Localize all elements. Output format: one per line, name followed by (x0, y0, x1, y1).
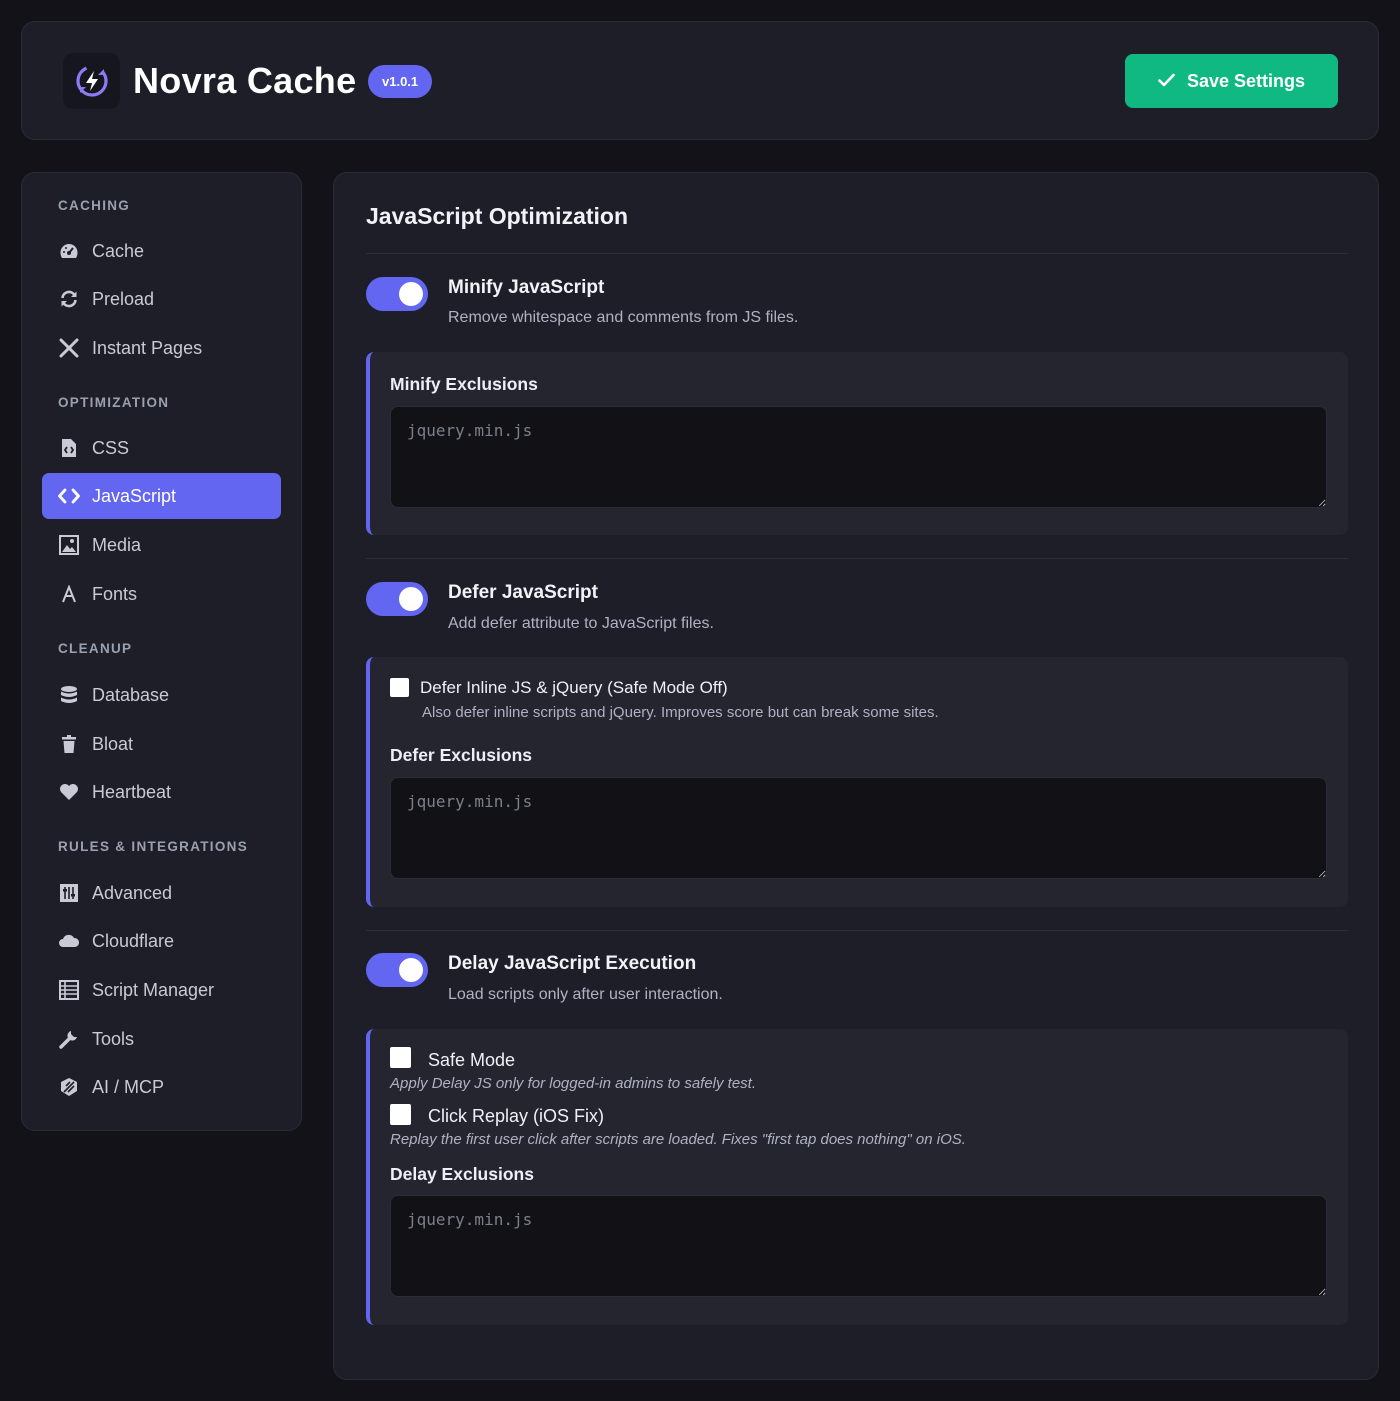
sidebar-item-label: Heartbeat (92, 781, 172, 802)
save-settings-label: Save Settings (1186, 70, 1306, 91)
defer-inline-label: Defer Inline JS & jQuery (Safe Mode Off) (420, 678, 728, 697)
sidebar-item-fonts[interactable]: Fonts (42, 571, 281, 617)
section-label-rules: RULES & INTEGRATIONS (58, 839, 249, 854)
list-icon (58, 979, 80, 1001)
wrench-icon (58, 1028, 80, 1050)
minify-js-toggle[interactable] (366, 277, 428, 311)
safe-mode-help: Apply Delay JS only for logged-in admins… (390, 1075, 757, 1092)
cloud-icon (58, 930, 80, 952)
defer-js-title: Defer JavaScript (448, 582, 598, 603)
image-icon (58, 534, 80, 556)
ai-icon (58, 1076, 80, 1098)
sidebar-item-label: Instant Pages (92, 337, 203, 358)
sidebar-item-ai-mcp[interactable]: AI / MCP (42, 1064, 281, 1110)
plane-icon (58, 337, 80, 359)
sidebar-item-javascript[interactable]: JavaScript (42, 473, 281, 519)
check-icon (1158, 71, 1175, 92)
sidebar-item-heartbeat[interactable]: Heartbeat (42, 769, 281, 815)
sidebar-item-css[interactable]: CSS (42, 425, 281, 471)
sidebar-item-label: Tools (92, 1028, 135, 1049)
sidebar-item-label: Media (92, 534, 142, 555)
sidebar-item-label: Preload (92, 288, 155, 309)
toggle-knob (399, 587, 423, 611)
sidebar-item-label: Cloudflare (92, 930, 175, 951)
safe-mode-checkbox[interactable] (390, 1047, 411, 1068)
page-title: JavaScript Optimization (366, 203, 629, 229)
sidebar-item-label: Bloat (92, 733, 134, 754)
file-code-icon (58, 437, 80, 459)
defer-options-panel: Defer Inline JS & jQuery (Safe Mode Off)… (366, 657, 1348, 907)
click-replay-label: Click Replay (iOS Fix) (428, 1106, 605, 1126)
sidebar-item-advanced[interactable]: Advanced (42, 870, 281, 916)
minify-js-description: Remove whitespace and comments from JS f… (448, 309, 799, 326)
sidebar-item-label: Advanced (92, 882, 173, 903)
sidebar-item-label: Cache (92, 240, 145, 261)
delay-js-toggle[interactable] (366, 953, 428, 987)
delay-exclusions-label: Delay Exclusions (390, 1164, 534, 1184)
delay-options-panel: Safe Mode Apply Delay JS only for logged… (366, 1029, 1348, 1325)
sidebar-item-label: Database (92, 684, 170, 705)
toggle-knob (399, 282, 423, 306)
defer-inline-checkbox[interactable] (390, 678, 409, 697)
font-icon (58, 583, 80, 605)
sidebar-item-label: CSS (92, 437, 130, 458)
sidebar-item-label: AI / MCP (92, 1076, 165, 1097)
delay-js-title: Delay JavaScript Execution (448, 953, 697, 974)
click-replay-help: Replay the first user click after script… (390, 1131, 966, 1148)
defer-js-description: Add defer attribute to JavaScript files. (448, 615, 714, 632)
sidebar-item-script-manager[interactable]: Script Manager (42, 967, 281, 1013)
save-settings-button[interactable]: Save Settings (1125, 54, 1338, 108)
sidebar-item-tools[interactable]: Tools (42, 1016, 281, 1062)
trash-icon (58, 733, 80, 755)
app-title: Novra Cache (133, 60, 357, 101)
click-replay-checkbox[interactable] (390, 1104, 411, 1125)
defer-exclusions-label: Defer Exclusions (390, 745, 532, 765)
delay-js-description: Load scripts only after user interaction… (448, 986, 723, 1003)
sidebar-item-instant-pages[interactable]: Instant Pages (42, 325, 281, 371)
sidebar: CACHING Cache Preload Instant Pages OPTI… (21, 172, 302, 1131)
sidebar-item-media[interactable]: Media (42, 522, 281, 568)
gauge-icon (58, 240, 80, 262)
sidebar-item-label: JavaScript (92, 485, 177, 506)
defer-inline-help: Also defer inline scripts and jQuery. Im… (422, 704, 939, 721)
code-icon (58, 485, 80, 507)
app-header: Novra Cache v1.0.1 Save Settings (21, 21, 1379, 140)
divider (366, 558, 1348, 559)
toggle-knob (399, 958, 423, 982)
sliders-icon (58, 882, 80, 904)
safe-mode-label: Safe Mode (428, 1050, 516, 1070)
minify-js-title: Minify JavaScript (448, 277, 605, 298)
divider (366, 930, 1348, 931)
defer-js-toggle[interactable] (366, 582, 428, 616)
bolt-refresh-icon (63, 53, 120, 109)
refresh-icon (58, 288, 80, 310)
divider (366, 253, 1348, 254)
defer-exclusions-textarea[interactable] (390, 777, 1327, 879)
section-label-optimization: OPTIMIZATION (58, 395, 170, 410)
sidebar-item-preload[interactable]: Preload (42, 276, 281, 322)
heart-icon (58, 781, 80, 803)
minify-exclusions-panel: Minify Exclusions (366, 352, 1348, 535)
minify-exclusions-label: Minify Exclusions (390, 374, 538, 394)
sidebar-item-label: Script Manager (92, 979, 215, 1000)
sidebar-item-cache[interactable]: Cache (42, 228, 281, 274)
minify-exclusions-textarea[interactable] (390, 406, 1327, 508)
sidebar-item-database[interactable]: Database (42, 672, 281, 718)
delay-exclusions-textarea[interactable] (390, 1195, 1327, 1297)
sidebar-item-bloat[interactable]: Bloat (42, 721, 281, 767)
sidebar-item-label: Fonts (92, 583, 138, 604)
main-panel: JavaScript Optimization Minify JavaScrip… (333, 172, 1379, 1380)
section-label-caching: CACHING (58, 198, 131, 213)
version-badge: v1.0.1 (368, 65, 433, 98)
database-icon (58, 684, 80, 706)
sidebar-item-cloudflare[interactable]: Cloudflare (42, 918, 281, 964)
section-label-cleanup: CLEANUP (58, 641, 133, 656)
